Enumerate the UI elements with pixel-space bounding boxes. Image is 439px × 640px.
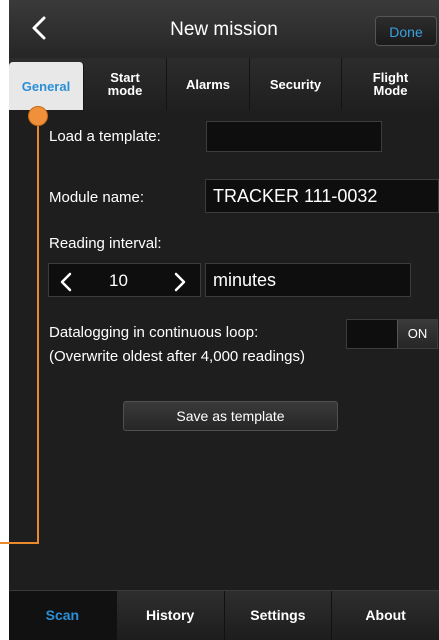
interval-value: 10 [109,271,128,290]
callout-line [37,116,39,544]
module-name-field[interactable]: TRACKER 111-0032 [205,179,439,213]
tab-bar: General Start mode Alarms Security Fligh… [9,58,439,110]
chevron-right-icon [174,272,186,292]
tab-start-mode[interactable]: Start mode [84,58,167,110]
header-bar: New mission Done [9,0,439,58]
tab-flight-mode-label: Flight Mode [372,70,409,98]
increase-interval-button[interactable] [173,272,187,297]
callout-marker [28,106,48,126]
template-label: Load a template: [49,128,161,145]
nav-scan[interactable]: Scan [9,591,117,640]
loop-note: (Overwrite oldest after 4,000 readings) [49,348,305,365]
tab-flight-mode[interactable]: Flight Mode [342,58,439,110]
nav-history[interactable]: History [117,591,225,640]
chevron-left-icon [60,272,72,292]
decrease-interval-button[interactable] [59,272,73,297]
continuous-loop-toggle[interactable]: ON [346,319,438,349]
mobile-screen: New mission Done General Start mode Alar… [9,0,439,640]
bottom-navigation: Scan History Settings About [9,590,439,640]
tab-start-mode-label: Start mode [107,70,143,98]
template-select[interactable] [206,121,382,152]
reading-interval-label: Reading interval: [49,235,162,252]
done-button[interactable]: Done [375,16,437,46]
tab-security[interactable]: Security [250,58,342,110]
module-name-label: Module name: [49,189,145,206]
toggle-on-label: ON [397,320,437,348]
save-as-template-button[interactable]: Save as template [123,401,338,431]
nav-settings[interactable]: Settings [225,591,333,640]
tab-general[interactable]: General [9,62,84,110]
interval-unit-select[interactable]: minutes [205,263,411,297]
continuous-loop-label: Datalogging in continuous loop: [49,324,259,341]
tab-alarms[interactable]: Alarms [167,58,250,110]
nav-about[interactable]: About [332,591,439,640]
general-settings-panel: Load a template: Module name: TRACKER 11… [9,110,439,590]
interval-stepper[interactable]: 10 [48,263,201,297]
callout-line-horizontal [0,542,39,544]
